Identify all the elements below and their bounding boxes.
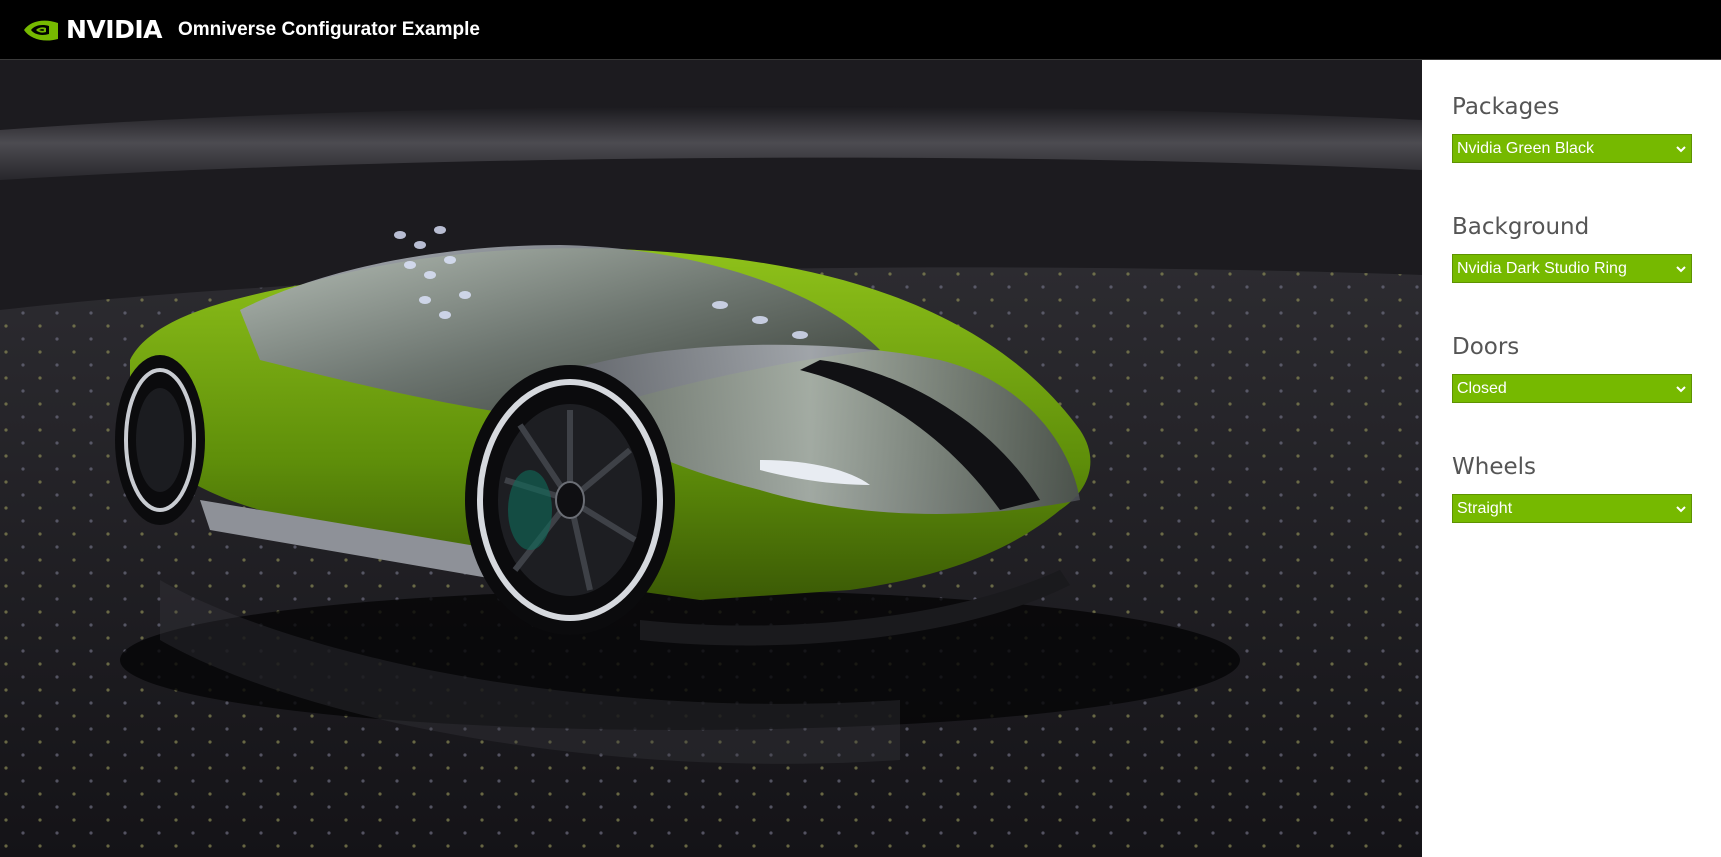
wheels-label: Wheels <box>1452 454 1536 480</box>
packages-label: Packages <box>1452 94 1560 120</box>
wheels-select-value: Straight <box>1457 499 1513 517</box>
background-select[interactable]: Nvidia Dark Studio Ring <box>1452 254 1692 283</box>
front-wheel <box>465 365 675 635</box>
packages-select-value: Nvidia Green Black <box>1457 139 1594 157</box>
packages-select[interactable]: Nvidia Green Black <box>1452 134 1692 163</box>
render-viewport[interactable] <box>0 60 1422 857</box>
chevron-down-icon <box>1676 505 1686 512</box>
background-option: Background Nvidia Dark Studio Ring <box>1452 210 1692 283</box>
app-title: Omniverse Configurator Example <box>177 18 480 40</box>
doors-option: Doors Closed <box>1452 330 1692 403</box>
chevron-down-icon <box>1676 145 1686 152</box>
app-header: NVIDIA Omniverse Configurator Example <box>0 0 1721 60</box>
doors-select-value: Closed <box>1457 379 1507 397</box>
background-select-value: Nvidia Dark Studio Ring <box>1457 259 1627 277</box>
chevron-down-icon <box>1676 265 1686 272</box>
doors-select[interactable]: Closed <box>1452 374 1692 403</box>
background-label: Background <box>1452 214 1590 240</box>
packages-option: Packages Nvidia Green Black <box>1452 90 1692 163</box>
chevron-down-icon <box>1676 385 1686 392</box>
nvidia-eye-icon <box>24 20 58 41</box>
rear-wheel <box>115 355 205 525</box>
doors-label: Doors <box>1452 334 1520 360</box>
brand-wordmark: NVIDIA <box>66 15 162 44</box>
configurator-panel: Packages Nvidia Green Black Background N… <box>1422 60 1721 857</box>
car-render <box>0 60 1422 857</box>
wheels-option: Wheels Straight <box>1452 450 1692 523</box>
wheels-select[interactable]: Straight <box>1452 494 1692 523</box>
nvidia-logo[interactable]: NVIDIA <box>22 15 162 44</box>
